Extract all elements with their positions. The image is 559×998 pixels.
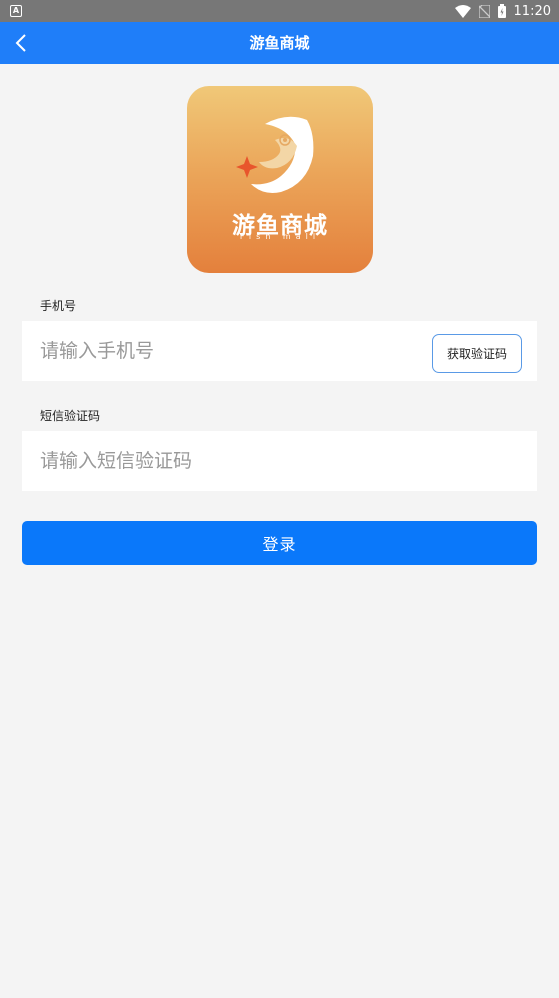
phone-field-row: 获取验证码	[22, 321, 537, 381]
clock-time: 11:20	[513, 3, 551, 19]
app-bar: 游鱼商城	[0, 22, 559, 64]
get-code-button[interactable]: 获取验证码	[432, 334, 522, 373]
wifi-icon	[454, 4, 471, 18]
battery-icon	[497, 4, 506, 18]
status-bar-right: 11:20	[454, 0, 551, 22]
phone-input[interactable]	[40, 321, 420, 381]
sms-code-label: 短信验证码	[40, 409, 101, 423]
login-button[interactable]: 登录	[22, 521, 537, 565]
no-sim-icon	[478, 4, 490, 18]
notification-a-icon: A	[10, 5, 22, 17]
sms-code-input[interactable]	[40, 431, 420, 491]
fish-logo-icon	[236, 116, 314, 193]
phone-label: 手机号	[40, 299, 77, 313]
sms-field-row	[22, 431, 537, 491]
app-logo: 游鱼商城 Fish mall	[187, 86, 373, 273]
status-bar: A 11:20	[0, 0, 559, 22]
logo-sub-text: Fish mall	[239, 232, 321, 241]
page-title: 游鱼商城	[249, 34, 310, 52]
